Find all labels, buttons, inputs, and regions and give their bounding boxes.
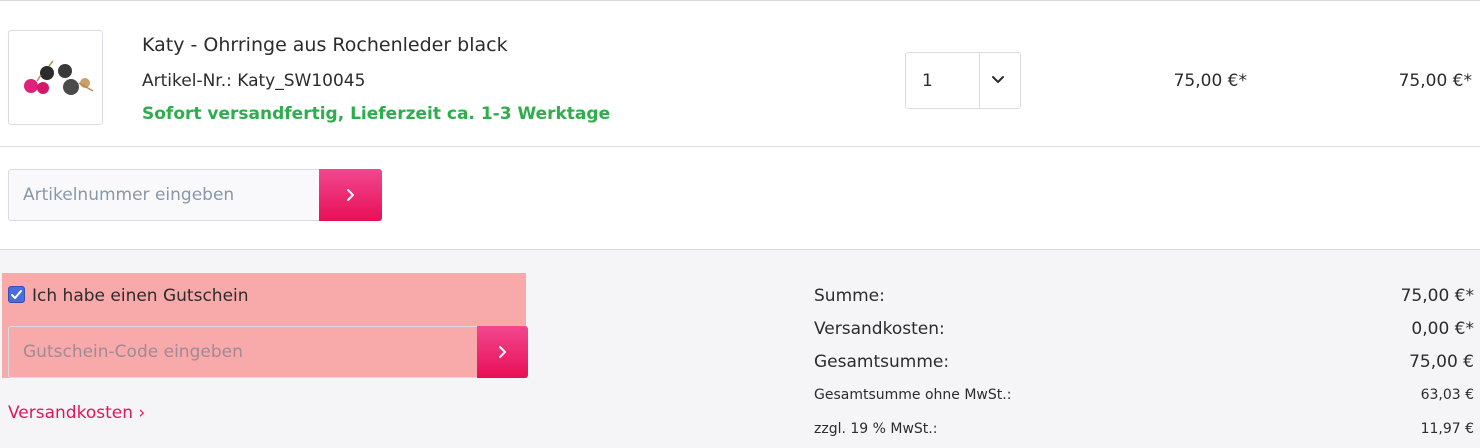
summary-value-shipping: 0,00 €* — [1411, 319, 1474, 339]
shipping-costs-link[interactable]: Versandkosten › — [8, 403, 145, 423]
summary-value-net: 63,03 € — [1420, 387, 1474, 403]
summary-label-sum: Summe: — [814, 286, 885, 306]
unit-price: 75,00 €* — [1173, 71, 1247, 91]
top-divider — [0, 0, 1480, 1]
arrow-right-icon — [498, 346, 506, 358]
quantity-select[interactable]: 1 — [905, 52, 1021, 109]
summary-value-total: 75,00 € — [1409, 352, 1474, 372]
voucher-checkbox[interactable] — [8, 286, 25, 303]
voucher-checkbox-label[interactable]: Ich habe einen Gutschein — [32, 286, 249, 306]
total-price: 75,00 €* — [1398, 71, 1472, 91]
chevron-down-icon[interactable] — [990, 72, 1006, 88]
product-sku: Artikel-Nr.: Katy_SW10045 — [142, 71, 366, 91]
checkmark-icon — [11, 290, 22, 299]
quantity-divider — [979, 53, 980, 108]
product-name[interactable]: Katy - Ohrringe aus Rochenleder black — [142, 34, 508, 56]
delivery-status: Sofort versandfertig, Lieferzeit ca. 1-3… — [142, 104, 611, 124]
product-thumbnail[interactable] — [8, 30, 103, 125]
summary-label-net: Gesamtsumme ohne MwSt.: — [814, 387, 1012, 403]
summary-value-sum: 75,00 €* — [1400, 286, 1474, 306]
row-divider — [0, 146, 1480, 147]
summary-label-shipping: Versandkosten: — [814, 319, 945, 339]
quantity-value: 1 — [922, 71, 933, 91]
earrings-image — [24, 60, 94, 95]
arrow-right-icon — [346, 189, 354, 201]
summary-value-vat: 11,97 € — [1420, 421, 1474, 437]
summary-label-total: Gesamtsumme: — [814, 352, 950, 372]
article-number-input[interactable] — [8, 169, 320, 221]
voucher-code-input[interactable] — [8, 326, 478, 378]
summary-label-vat: zzgl. 19 % MwSt.: — [814, 421, 938, 437]
redeem-voucher-button[interactable] — [477, 326, 528, 378]
add-article-button[interactable] — [319, 169, 382, 221]
